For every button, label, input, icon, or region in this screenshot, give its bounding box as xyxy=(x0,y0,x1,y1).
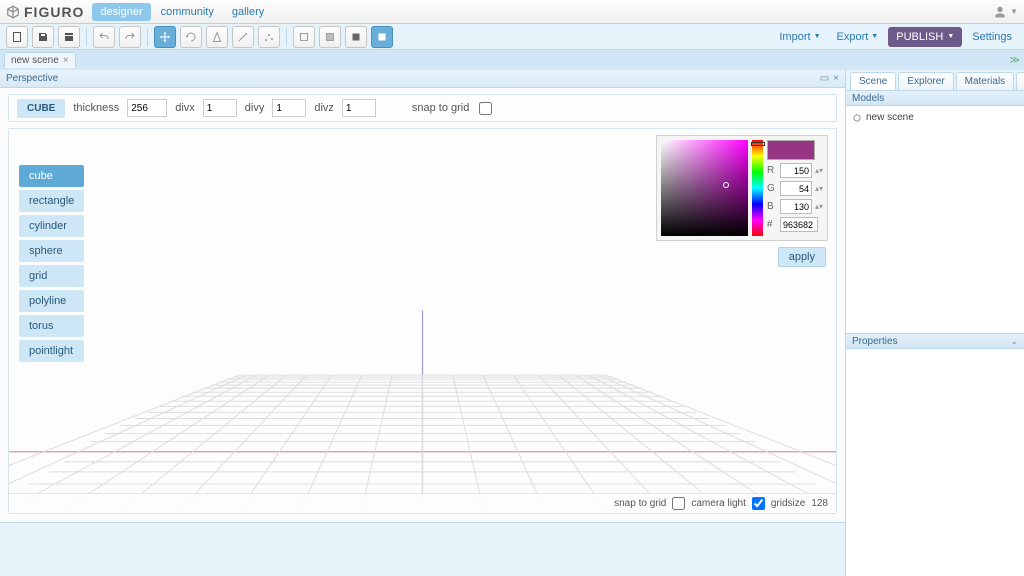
shape-cylinder-button[interactable]: cylinder xyxy=(19,215,84,237)
solid-view-button[interactable] xyxy=(345,26,367,48)
settings-link[interactable]: Settings xyxy=(966,28,1018,46)
move-tool-button[interactable] xyxy=(154,26,176,48)
brand-text: FIGURO xyxy=(24,4,84,20)
open-button[interactable] xyxy=(58,26,80,48)
shape-torus-button[interactable]: torus xyxy=(19,315,84,337)
g-input[interactable] xyxy=(780,181,812,196)
line-tool-button[interactable] xyxy=(232,26,254,48)
scene-tree-label: new scene xyxy=(866,112,914,123)
properties-label: Properties xyxy=(852,336,898,347)
export-menu[interactable]: Export▼ xyxy=(831,28,885,46)
undo-button[interactable] xyxy=(93,26,115,48)
snap-params-checkbox[interactable] xyxy=(479,102,492,115)
new-file-button[interactable] xyxy=(6,26,28,48)
vf-snap-checkbox[interactable] xyxy=(672,497,685,510)
rotate-tool-button[interactable] xyxy=(180,26,202,48)
color-swatch xyxy=(767,140,815,160)
vf-camera-checkbox[interactable] xyxy=(752,497,765,510)
shape-pointlight-button[interactable]: pointlight xyxy=(19,340,84,362)
publish-button[interactable]: PUBLISH▼ xyxy=(888,27,962,47)
scene-node-icon xyxy=(852,113,862,123)
panel-close-icon[interactable]: × xyxy=(833,73,839,84)
brand-logo: FIGURO xyxy=(6,4,84,20)
shape-rectangle-button[interactable]: rectangle xyxy=(19,190,84,212)
hue-slider[interactable] xyxy=(752,140,763,236)
redo-button[interactable] xyxy=(119,26,141,48)
panel-title: Perspective xyxy=(6,73,58,84)
points-tool-button[interactable] xyxy=(258,26,280,48)
divz-label: divz xyxy=(314,102,334,114)
vf-gridsize-label: gridsize xyxy=(771,498,805,509)
shaded-view-button[interactable] xyxy=(319,26,341,48)
divz-input[interactable] xyxy=(342,99,376,117)
apply-color-button[interactable]: apply xyxy=(778,247,826,267)
scene-tree-item[interactable]: new scene xyxy=(852,110,1018,125)
wireframe-view-button[interactable] xyxy=(293,26,315,48)
cube-logo-icon xyxy=(6,5,20,19)
scale-tool-button[interactable] xyxy=(206,26,228,48)
divx-label: divx xyxy=(175,102,195,114)
nav-gallery[interactable]: gallery xyxy=(224,3,272,21)
properties-section-head[interactable]: Properties ⌄ xyxy=(846,333,1024,349)
b-input[interactable] xyxy=(780,199,812,214)
bottom-panel xyxy=(0,522,845,576)
shape-grid-button[interactable]: grid xyxy=(19,265,84,287)
scene-tab-close-icon[interactable]: × xyxy=(63,55,69,66)
thickness-label: thickness xyxy=(73,102,119,114)
vf-gridsize-value: 128 xyxy=(811,498,828,509)
hex-label: # xyxy=(767,219,777,230)
properties-body xyxy=(846,349,1024,576)
models-section-head: Models xyxy=(846,90,1024,106)
satval-cursor-icon xyxy=(723,182,729,188)
r-label: R xyxy=(767,165,777,176)
divy-label: divy xyxy=(245,102,265,114)
save-button[interactable] xyxy=(32,26,54,48)
user-dropdown-caret[interactable]: ▼ xyxy=(1010,7,1018,16)
rtab-help[interactable]: Help xyxy=(1016,72,1024,90)
properties-collapse-icon[interactable]: ⌄ xyxy=(1010,336,1018,347)
rtab-materials[interactable]: Materials xyxy=(956,72,1015,90)
b-label: B xyxy=(767,201,777,212)
color-picker: R▴▾ G▴▾ B▴▾ # xyxy=(656,135,828,241)
import-menu[interactable]: Import▼ xyxy=(773,28,826,46)
nav-designer[interactable]: designer xyxy=(92,3,150,21)
user-menu-icon[interactable] xyxy=(992,4,1008,20)
satval-area[interactable] xyxy=(661,140,748,236)
divx-input[interactable] xyxy=(203,99,237,117)
nav-community[interactable]: community xyxy=(153,3,222,21)
textured-view-button[interactable] xyxy=(371,26,393,48)
scene-tab[interactable]: new scene × xyxy=(4,52,76,68)
hue-cursor-icon xyxy=(751,142,765,146)
r-input[interactable] xyxy=(780,163,812,178)
rtab-scene[interactable]: Scene xyxy=(850,72,896,90)
tabbar-overflow-icon[interactable]: ≫ xyxy=(1010,55,1020,66)
scene-tab-label: new scene xyxy=(11,55,59,66)
vf-camera-label: camera light xyxy=(691,498,745,509)
divy-input[interactable] xyxy=(272,99,306,117)
rtab-explorer[interactable]: Explorer xyxy=(898,72,953,90)
hex-input[interactable] xyxy=(780,217,818,232)
shape-cube-button[interactable]: cube xyxy=(19,165,84,187)
shape-type-chip: CUBE xyxy=(17,99,65,118)
snap-params-label: snap to grid xyxy=(412,102,469,114)
shape-sphere-button[interactable]: sphere xyxy=(19,240,84,262)
vf-snap-label: snap to grid xyxy=(614,498,666,509)
g-label: G xyxy=(767,183,777,194)
shape-polyline-button[interactable]: polyline xyxy=(19,290,84,312)
panel-maximize-icon[interactable]: ▭ xyxy=(820,73,829,84)
thickness-input[interactable] xyxy=(127,99,167,117)
